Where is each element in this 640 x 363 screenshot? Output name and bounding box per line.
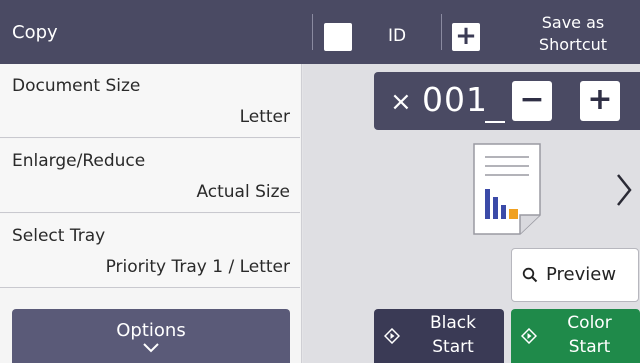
setting-value: Actual Size	[196, 182, 290, 202]
copies-value[interactable]: 001	[422, 80, 488, 119]
preview-button[interactable]: Preview	[511, 248, 639, 302]
setting-label: Select Tray	[12, 226, 106, 246]
black-start-line1: Black	[430, 313, 476, 333]
color-start-line2: Start	[568, 337, 611, 357]
document-preview-icon	[473, 143, 541, 235]
setting-label: Enlarge/Reduce	[12, 151, 146, 171]
id-copy-checkbox[interactable]	[324, 23, 352, 51]
header-divider	[312, 14, 313, 50]
setting-enlarge-reduce[interactable]: Enlarge/Reduce Actual Size	[0, 139, 300, 213]
settings-list: Document Size Letter Enlarge/Reduce Actu…	[0, 64, 302, 363]
setting-select-tray[interactable]: Select Tray Priority Tray 1 / Letter	[0, 214, 300, 288]
copies-counter: × 001 − +	[374, 72, 640, 130]
magnifier-icon	[522, 267, 538, 283]
black-start-line2: Start	[432, 337, 474, 357]
increase-copies-button[interactable]: +	[580, 81, 620, 121]
chevron-down-icon	[143, 343, 159, 353]
right-panel: × 001 − + Preview Black Start Color Star…	[303, 64, 640, 363]
setting-label: Document Size	[12, 76, 141, 96]
multiply-sign: ×	[390, 87, 412, 117]
header-divider	[441, 14, 442, 50]
page-title: Copy	[12, 22, 58, 43]
color-start-button[interactable]: Color Start	[511, 309, 640, 363]
color-start-line1: Color	[567, 313, 612, 333]
add-shortcut-icon[interactable]: +	[452, 23, 480, 51]
options-label: Options	[116, 320, 186, 341]
chevron-right-icon[interactable]	[615, 172, 633, 208]
options-button[interactable]: Options	[12, 309, 290, 363]
shortcut-label-line1: Save as	[541, 13, 605, 32]
shortcut-label-line2: Shortcut	[538, 35, 608, 54]
black-start-button[interactable]: Black Start	[374, 309, 504, 363]
setting-document-size[interactable]: Document Size Letter	[0, 64, 300, 138]
cursor-underline	[485, 121, 505, 123]
setting-value: Letter	[239, 107, 290, 127]
header-bar: Copy ID + Save as Shortcut	[0, 0, 640, 64]
setting-value: Priority Tray 1 / Letter	[105, 257, 290, 277]
save-as-shortcut-button[interactable]: Save as Shortcut	[522, 12, 624, 56]
decrease-copies-button[interactable]: −	[512, 81, 552, 121]
preview-label: Preview	[546, 264, 617, 285]
id-copy-label[interactable]: ID	[388, 26, 406, 46]
